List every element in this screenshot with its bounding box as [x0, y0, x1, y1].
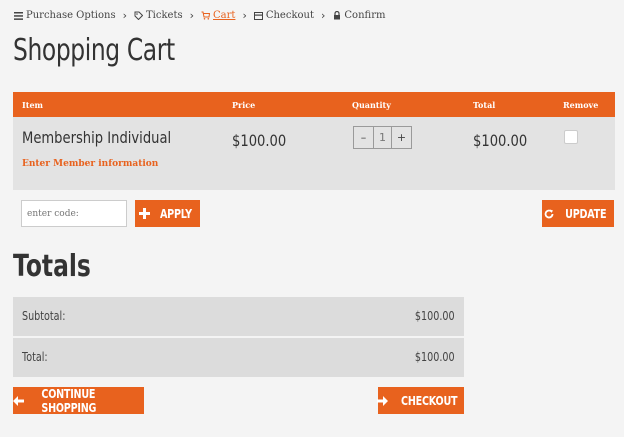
continue-shopping-button[interactable]: CONTINUE SHOPPING — [13, 386, 144, 415]
breadcrumb-label: Cart — [213, 10, 236, 21]
quantity-decrease-button[interactable]: – — [354, 127, 373, 148]
page-title: Shopping Cart — [13, 33, 175, 68]
total-label: Total: — [22, 350, 48, 364]
breadcrumb-label: Tickets — [146, 10, 183, 21]
breadcrumb: Purchase Options › Tickets › Cart › Chec… — [14, 9, 385, 22]
update-button[interactable]: UPDATE — [542, 200, 614, 227]
promo-code-input[interactable] — [21, 200, 127, 227]
subtotal-row: Subtotal: $100.00 — [13, 297, 464, 336]
breadcrumb-label: Confirm — [344, 10, 386, 21]
chevron-right-icon: › — [242, 9, 247, 22]
breadcrumb-purchase-options[interactable]: Purchase Options — [14, 10, 116, 21]
quantity-input[interactable]: 1 — [373, 127, 392, 148]
breadcrumb-label: Checkout — [265, 10, 314, 21]
checkout-label: CHECKOUT — [401, 393, 458, 408]
chevron-right-icon: › — [321, 9, 326, 22]
breadcrumb-confirm[interactable]: Confirm — [332, 10, 385, 21]
table-header: Item Price Quantity Total Remove — [13, 92, 615, 117]
quantity-increase-button[interactable]: + — [392, 127, 411, 148]
refresh-icon — [544, 209, 554, 219]
header-quantity: Quantity — [352, 100, 391, 110]
total-value: $100.00 — [415, 350, 455, 364]
plus-icon — [139, 208, 151, 219]
header-total: Total — [473, 100, 496, 110]
continue-shopping-label: CONTINUE SHOPPING — [41, 386, 97, 415]
subtotal-value: $100.00 — [415, 309, 455, 323]
breadcrumb-tickets[interactable]: Tickets — [134, 10, 183, 21]
chevron-right-icon: › — [122, 9, 127, 22]
lock-icon — [332, 11, 341, 20]
header-item: Item — [22, 100, 43, 110]
apply-label: APPLY — [160, 206, 192, 221]
total-row: Total: $100.00 — [13, 338, 464, 377]
item-name: Membership Individual — [22, 128, 172, 147]
header-price: Price — [232, 100, 256, 110]
checkout-button[interactable]: CHECKOUT — [377, 387, 464, 414]
breadcrumb-checkout[interactable]: Checkout — [253, 10, 314, 21]
cart-icon — [201, 11, 211, 20]
arrow-left-icon — [13, 395, 24, 406]
totals-title: Totals — [13, 249, 91, 284]
breadcrumb-label: Purchase Options — [26, 10, 116, 21]
tag-icon — [134, 11, 143, 20]
apply-button[interactable]: APPLY — [135, 200, 200, 227]
update-label: UPDATE — [565, 206, 607, 221]
subtotal-label: Subtotal: — [22, 309, 66, 323]
header-remove: Remove — [563, 100, 599, 110]
arrow-right-icon — [377, 395, 389, 406]
remove-checkbox[interactable] — [564, 130, 578, 144]
card-icon — [253, 11, 263, 20]
quantity-stepper: – 1 + — [353, 126, 412, 149]
menu-icon — [14, 11, 23, 20]
item-price: $100.00 — [232, 131, 287, 150]
item-total: $100.00 — [473, 131, 528, 150]
breadcrumb-cart[interactable]: Cart — [201, 10, 235, 21]
chevron-right-icon: › — [189, 9, 195, 22]
enter-member-info-link[interactable]: Enter Member information — [22, 159, 158, 169]
